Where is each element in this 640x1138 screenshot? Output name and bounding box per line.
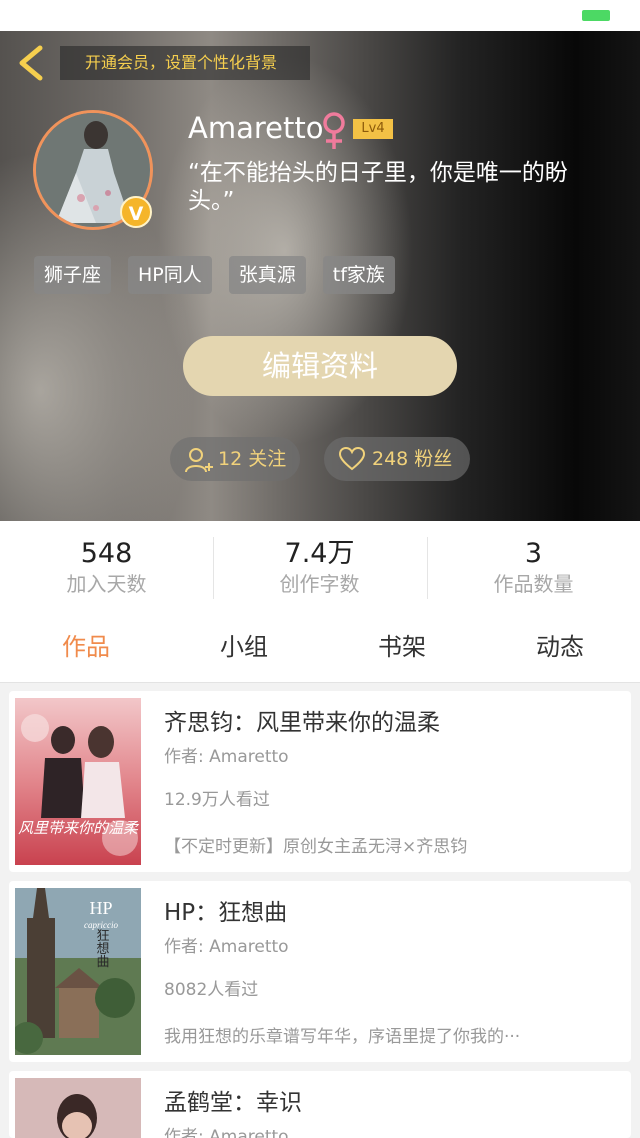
work-card[interactable]: 孟鹤堂：幸识 作者: Amaretto: [9, 1071, 631, 1138]
profile-signature: “在不能抬头的日子里，你是唯一的盼头。”: [188, 160, 568, 214]
stat-value: 548: [80, 538, 133, 569]
username: Amaretto: [188, 111, 324, 145]
work-cover: HP capriccio 狂想曲: [15, 888, 141, 1055]
add-user-icon: [185, 448, 213, 473]
stats-bar: 548 加入天数 7.4万 创作字数 3 作品数量: [0, 521, 640, 616]
cover-vertical-title-art: 狂想曲: [94, 929, 110, 968]
work-author: 作者: Amaretto: [164, 747, 289, 767]
followers-button[interactable]: 248 粉丝: [324, 437, 470, 481]
work-cover: 风里带来你的温柔: [15, 698, 141, 865]
work-title: 齐思钧：风里带来你的温柔: [164, 710, 440, 736]
tab-works[interactable]: 作品: [26, 631, 146, 663]
profile-tags: 狮子座 HP同人 张真源 tf家族: [34, 256, 412, 294]
stat-value: 3: [524, 538, 543, 569]
work-card[interactable]: 风里带来你的温柔 齐思钧：风里带来你的温柔 作者: Amaretto 12.9万…: [9, 691, 631, 872]
female-icon: [323, 112, 345, 149]
work-cover: [15, 1078, 141, 1138]
status-bar: [0, 0, 640, 31]
stat-works-count: 3 作品数量: [427, 537, 640, 597]
work-description: 我用狂想的乐章谱写年华，序语里提了你我的···: [164, 1027, 521, 1047]
back-button[interactable]: [14, 43, 50, 83]
work-views: 12.9万人看过: [164, 790, 270, 810]
chevron-left-icon: [19, 45, 43, 81]
profile-tabs: 作品 小组 书架 动态: [0, 616, 640, 683]
work-title: 孟鹤堂：幸识: [164, 1090, 302, 1116]
followers-count: 248 粉丝: [372, 448, 453, 470]
stat-label: 作品数量: [493, 572, 574, 596]
level-badge: Lv4: [353, 119, 393, 139]
battery-icon: [582, 10, 610, 21]
work-description: 【不定时更新】原创女主孟无浔×齐思钧: [164, 837, 468, 857]
work-views: 8082人看过: [164, 980, 259, 1000]
work-card[interactable]: HP capriccio 狂想曲 HP：狂想曲 作者: Amaretto 808…: [9, 881, 631, 1062]
work-title: HP：狂想曲: [164, 900, 288, 926]
following-count: 12 关注: [218, 448, 287, 470]
stat-label: 加入天数: [66, 572, 147, 596]
tab-bookshelf[interactable]: 书架: [342, 631, 462, 663]
cover-title-art: HP: [89, 898, 112, 918]
stat-label: 创作字数: [279, 572, 360, 596]
stat-join-days: 548 加入天数: [0, 537, 213, 597]
edit-profile-button[interactable]: 编辑资料: [183, 336, 457, 396]
stat-word-count: 7.4万 创作字数: [213, 537, 426, 597]
stat-value: 7.4万: [284, 538, 355, 569]
profile-tag[interactable]: 狮子座: [34, 256, 112, 294]
profile-tag[interactable]: 张真源: [228, 256, 306, 294]
tab-activity[interactable]: 动态: [500, 631, 620, 663]
heart-icon: [338, 447, 366, 471]
following-button[interactable]: 12 关注: [170, 437, 300, 481]
cover-title-art: 风里带来你的温柔: [18, 820, 140, 837]
member-upgrade-banner[interactable]: 开通会员，设置个性化背景: [60, 46, 310, 80]
profile-header: 开通会员，设置个性化背景 V Amaretto Lv4 “在不能抬头的日子里，你…: [0, 31, 640, 521]
work-author: 作者: Amaretto: [164, 1127, 289, 1138]
profile-tag[interactable]: tf家族: [322, 256, 395, 294]
profile-tag[interactable]: HP同人: [128, 256, 212, 294]
work-author: 作者: Amaretto: [164, 937, 289, 957]
vip-badge: V: [120, 196, 152, 228]
tab-groups[interactable]: 小组: [184, 631, 304, 663]
